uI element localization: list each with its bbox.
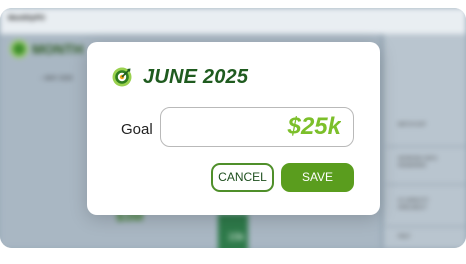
background-right-item: IS CAPACITY AVAILABLE? [398, 198, 429, 211]
background-right-item: BATCH EXP [398, 122, 426, 128]
background-right-item: WORKING DAYS REMAINING [398, 156, 438, 169]
save-button[interactable]: SAVE [281, 163, 354, 192]
background-block-value: 15k [228, 232, 245, 243]
background-green-block: 15k [218, 214, 248, 248]
background-logo: MonthlyPO [8, 15, 45, 22]
target-icon [112, 67, 132, 87]
background-page-title: MONTH [32, 41, 84, 57]
background-divider [386, 184, 466, 185]
background-right-panel [384, 34, 466, 248]
background-right-item: PAST [398, 234, 411, 240]
background-divider [386, 226, 466, 227]
background-target-icon [10, 40, 28, 58]
dialog-title: JUNE 2025 [143, 66, 249, 88]
goal-dialog: JUNE 2025 Goal CANCEL SAVE [87, 42, 380, 215]
goal-label: Goal [121, 121, 153, 138]
background-divider [386, 146, 466, 147]
cancel-button[interactable]: CANCEL [211, 163, 274, 192]
goal-input[interactable] [160, 107, 354, 147]
background-topbar: MonthlyPO [0, 8, 466, 34]
background-subtitle: – MAY 2025 [40, 76, 73, 82]
